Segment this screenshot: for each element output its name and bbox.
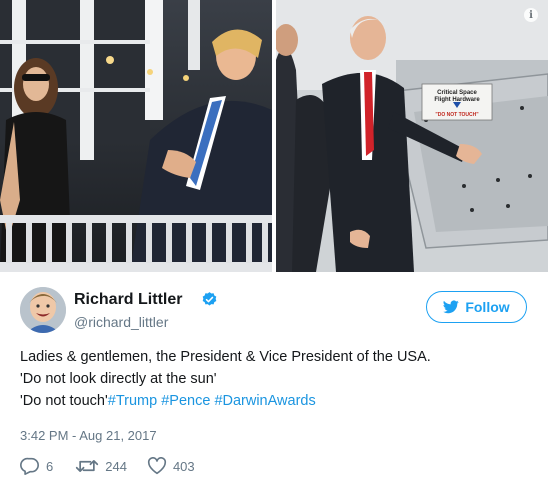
tweet-line-3: 'Do not touch'#Trump #Pence #DarwinAward… bbox=[20, 390, 535, 412]
twitter-bird-icon bbox=[443, 300, 460, 314]
sign-line-3: "DO NOT TOUCH" bbox=[435, 112, 479, 118]
follow-button[interactable]: Follow bbox=[426, 291, 527, 323]
retweet-button[interactable]: 244 bbox=[75, 457, 127, 475]
tweet-card: Critical Space Flight Hardware "DO NOT T… bbox=[0, 0, 548, 488]
tweet-media[interactable]: Critical Space Flight Hardware "DO NOT T… bbox=[0, 0, 548, 272]
like-button[interactable]: 403 bbox=[147, 457, 195, 475]
reply-count: 6 bbox=[46, 458, 54, 474]
reply-button[interactable]: 6 bbox=[20, 457, 53, 475]
hashtag-trump[interactable]: #Trump bbox=[108, 393, 157, 409]
photo-balcony[interactable] bbox=[0, 0, 272, 272]
info-icon[interactable]: i bbox=[524, 8, 538, 22]
tweet-actions: 6 244 403 bbox=[20, 456, 195, 476]
reply-icon bbox=[20, 457, 39, 475]
tweet-line-1: Ladies & gentlemen, the President & Vice… bbox=[20, 349, 431, 365]
avatar-image bbox=[20, 287, 66, 333]
avatar[interactable] bbox=[20, 287, 66, 333]
photo-flight-hardware-illustration: Critical Space Flight Hardware "DO NOT T… bbox=[276, 0, 548, 272]
photo-balcony-illustration bbox=[0, 0, 272, 272]
sign-line-1: Critical Space bbox=[437, 90, 477, 96]
retweet-icon bbox=[76, 460, 99, 472]
tweet-timestamp[interactable]: 3:42 PM - Aug 21, 2017 bbox=[20, 428, 157, 443]
hashtag-pence[interactable]: #Pence bbox=[161, 393, 210, 409]
verified-icon bbox=[202, 292, 217, 306]
follow-button-label: Follow bbox=[465, 299, 510, 315]
tweet-line-2: 'Do not look directly at the sun' bbox=[20, 371, 217, 387]
author-name[interactable]: Richard Littler bbox=[74, 291, 182, 309]
author-handle[interactable]: @richard_littler bbox=[74, 314, 168, 330]
retweet-count: 244 bbox=[105, 458, 127, 474]
hashtag-darwinawards[interactable]: #DarwinAwards bbox=[214, 393, 315, 409]
heart-icon bbox=[147, 457, 166, 475]
tweet-text: Ladies & gentlemen, the President & Vice… bbox=[20, 346, 535, 412]
photo-flight-hardware[interactable]: Critical Space Flight Hardware "DO NOT T… bbox=[276, 0, 548, 272]
like-count: 403 bbox=[172, 458, 195, 474]
tweet-line-3-text: 'Do not touch' bbox=[20, 393, 108, 409]
